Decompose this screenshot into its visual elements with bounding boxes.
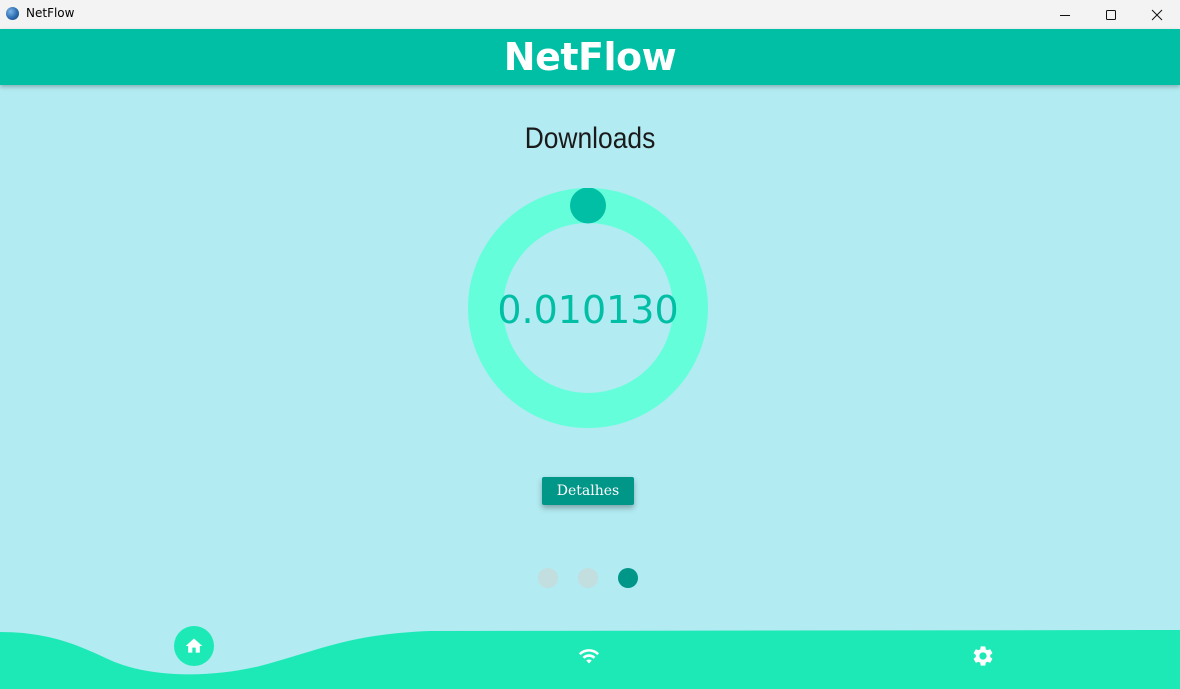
minimize-button[interactable] — [1042, 0, 1088, 29]
nav-home-button[interactable] — [174, 626, 214, 666]
gauge-knob[interactable] — [570, 188, 606, 224]
window-title: NetFlow — [26, 6, 75, 20]
window-titlebar: NetFlow — [0, 0, 1180, 29]
gear-icon — [973, 646, 993, 666]
page-title: Downloads — [524, 122, 656, 155]
app-header: NetFlow — [0, 29, 1180, 85]
gauge-value: 0.010130 — [497, 288, 679, 332]
home-icon — [185, 638, 203, 653]
maximize-icon — [1106, 9, 1116, 20]
page-indicator-dot[interactable] — [578, 568, 598, 588]
page-indicator-dot[interactable] — [538, 568, 558, 588]
nav-settings-button[interactable] — [969, 643, 997, 669]
details-button[interactable]: Detalhes — [542, 477, 634, 505]
minimize-icon — [1060, 14, 1070, 16]
nav-wifi-button[interactable] — [575, 643, 603, 669]
maximize-button[interactable] — [1088, 0, 1134, 29]
wifi-icon — [578, 649, 600, 664]
close-icon — [1151, 9, 1163, 20]
app-title: NetFlow — [503, 35, 677, 79]
app-globe-icon — [6, 7, 19, 20]
page-indicator-dot[interactable] — [618, 568, 638, 588]
close-button[interactable] — [1134, 0, 1180, 29]
